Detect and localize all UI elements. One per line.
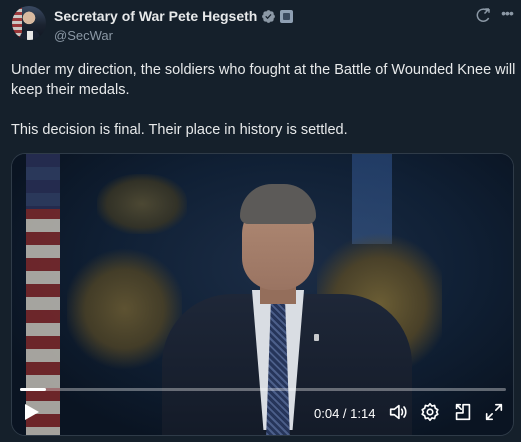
post-text-paragraph-2: This decision is final. Their place in h… (11, 122, 348, 138)
post-text: Under my direction, the soldiers who fou… (11, 60, 516, 140)
video-time-readout: 0:04 / 1:14 (314, 406, 375, 421)
video-duration: 1:14 (350, 406, 376, 421)
more-icon[interactable]: ••• (498, 4, 516, 22)
author-display-name[interactable]: Secretary of War Pete Hegseth (54, 8, 257, 24)
video-current-time: 0:04 (314, 406, 340, 421)
avatar-shirt-detail (27, 31, 33, 40)
author-name-row: Secretary of War Pete Hegseth (54, 8, 294, 24)
picture-in-picture-icon[interactable] (452, 401, 474, 423)
video-player[interactable]: 0:04 / 1:14 (11, 153, 514, 436)
video-time-separator: / (339, 406, 351, 421)
fullscreen-icon[interactable] (483, 401, 505, 423)
author-handle[interactable]: @SecWar (54, 28, 113, 43)
video-flag-canton (26, 154, 60, 209)
avatar[interactable] (12, 6, 46, 40)
volume-icon[interactable] (387, 401, 409, 423)
post-card: Secretary of War Pete Hegseth @SecWar ••… (0, 0, 521, 442)
verified-badge-icon[interactable] (261, 9, 276, 24)
play-icon[interactable] (24, 403, 40, 421)
settings-icon[interactable] (419, 401, 441, 423)
video-controls: 0:04 / 1:14 (12, 391, 513, 435)
post-text-paragraph-1: Under my direction, the soldiers who fou… (11, 62, 516, 98)
affiliation-badge-icon[interactable] (280, 9, 294, 23)
grok-icon[interactable] (474, 6, 492, 24)
